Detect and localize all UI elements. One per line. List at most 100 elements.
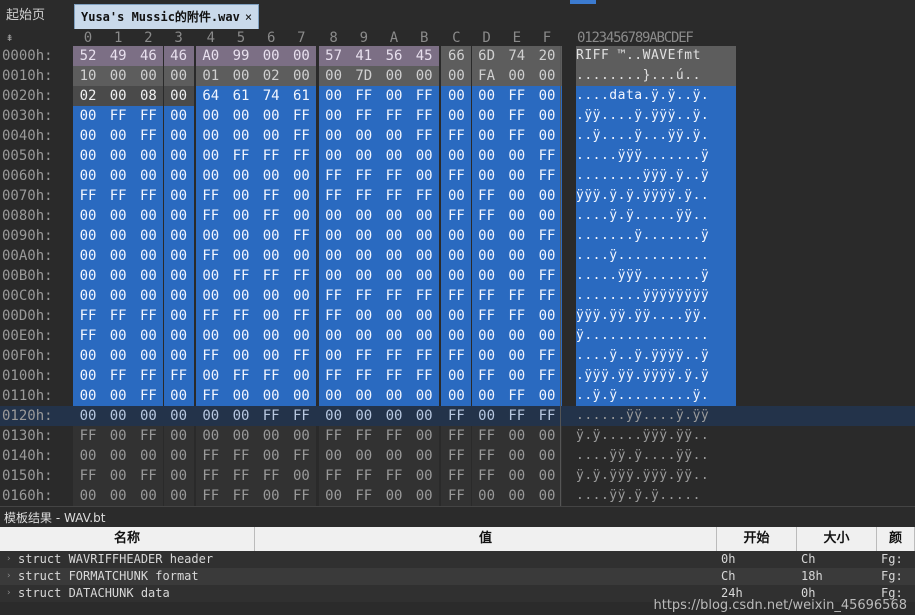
column-header-value[interactable]: 值 — [255, 527, 717, 551]
hex-byte[interactable]: FF — [532, 286, 562, 306]
hex-byte[interactable]: 00 — [318, 106, 349, 126]
hex-byte[interactable]: 00 — [286, 386, 317, 406]
hex-byte[interactable]: FF — [318, 426, 349, 446]
hex-byte[interactable]: FF — [379, 106, 409, 126]
hex-byte[interactable]: FF — [133, 186, 164, 206]
hex-byte[interactable]: FF — [471, 426, 502, 446]
hex-byte[interactable]: 00 — [103, 346, 134, 366]
hex-byte[interactable]: 00 — [196, 406, 226, 426]
column-header-name[interactable]: 名称 — [0, 527, 255, 551]
hex-byte[interactable]: 00 — [379, 266, 409, 286]
hex-byte[interactable]: 00 — [409, 206, 440, 226]
hex-byte[interactable]: FF — [133, 126, 164, 146]
hex-byte[interactable]: 00 — [501, 266, 532, 286]
hex-byte[interactable]: 00 — [226, 326, 256, 346]
hex-byte[interactable]: FF — [441, 286, 472, 306]
hex-byte[interactable]: 00 — [379, 206, 409, 226]
hex-byte[interactable]: FF — [532, 406, 562, 426]
hex-byte[interactable]: FF — [379, 366, 409, 386]
expand-arrow-icon[interactable]: › — [6, 551, 11, 568]
hex-byte[interactable]: 00 — [195, 366, 226, 386]
hex-byte[interactable]: 57 — [318, 46, 349, 66]
hex-byte[interactable]: 00 — [226, 66, 256, 86]
hex-byte[interactable]: 00 — [318, 246, 349, 266]
hex-byte[interactable]: 61 — [286, 86, 317, 106]
hex-byte[interactable]: 00 — [195, 326, 226, 346]
hex-byte[interactable]: FF — [409, 286, 440, 306]
hex-byte[interactable]: 00 — [163, 266, 194, 286]
column-header-start[interactable]: 开始 — [717, 527, 797, 551]
hex-byte[interactable]: FF — [501, 386, 532, 406]
hex-byte[interactable]: 00 — [379, 66, 409, 86]
ascii-text[interactable]: ........ÿÿÿ.ÿ..ÿ — [576, 166, 736, 186]
hex-byte[interactable]: 00 — [73, 366, 103, 386]
hex-byte[interactable]: FF — [532, 266, 562, 286]
hex-byte[interactable]: 00 — [409, 326, 440, 346]
hex-byte[interactable]: FF — [195, 206, 226, 226]
hex-byte[interactable]: 00 — [103, 266, 134, 286]
hex-row[interactable]: 0010h: 10 00 00 00 01 00 02 00 00 7D 00 00 00 FA 00 00..… — [0, 66, 915, 86]
hex-byte[interactable]: 00 — [409, 466, 440, 486]
hex-row[interactable]: 0060h: 00 00 00 00 00 00 00 00 FF FF FF 00 FF 00 00 FF..… — [0, 166, 915, 186]
hex-byte[interactable]: 00 — [226, 246, 256, 266]
hex-byte[interactable]: FF — [409, 346, 440, 366]
hex-editor[interactable]: ⇞ 0 1 2 3 4 5 6 7 8 9 A B C D E F 0123456789ABCDEF 0000h… — [0, 30, 915, 506]
ascii-text[interactable]: ÿ.ÿ.....ÿÿÿ.ÿÿ.. — [576, 426, 736, 446]
hex-byte[interactable]: 00 — [286, 46, 317, 66]
hex-byte[interactable]: 00 — [133, 406, 163, 426]
hex-byte[interactable]: 00 — [379, 86, 409, 106]
ascii-text[interactable]: ..ÿ....ÿ...ÿÿ.ÿ. — [576, 126, 736, 146]
hex-byte[interactable]: FF — [409, 86, 440, 106]
hex-byte[interactable]: 66 — [441, 46, 472, 66]
hex-byte[interactable]: 00 — [195, 126, 226, 146]
hex-byte[interactable]: FF — [471, 206, 502, 226]
hex-byte[interactable]: 00 — [441, 146, 472, 166]
hex-byte[interactable]: FF — [348, 186, 379, 206]
ascii-text[interactable]: RIFF ™..WAVEfmt — [576, 46, 736, 66]
hex-byte[interactable]: 00 — [318, 326, 349, 346]
hex-byte[interactable]: 00 — [226, 286, 256, 306]
hex-byte[interactable]: 00 — [286, 426, 317, 446]
hex-byte[interactable]: 00 — [379, 386, 409, 406]
hex-byte[interactable]: 00 — [226, 166, 256, 186]
hex-byte[interactable]: 00 — [163, 206, 194, 226]
hex-byte[interactable]: 00 — [163, 146, 194, 166]
hex-byte[interactable]: FF — [441, 486, 472, 506]
hex-byte[interactable]: 00 — [163, 246, 194, 266]
hex-byte[interactable]: 00 — [163, 126, 194, 146]
hex-byte[interactable]: 00 — [318, 266, 349, 286]
hex-byte[interactable]: FF — [348, 346, 379, 366]
hex-byte[interactable]: 00 — [441, 306, 472, 326]
hex-byte[interactable]: FA — [471, 66, 502, 86]
tab-start-page[interactable]: 起始页 — [0, 4, 51, 28]
hex-byte[interactable]: 00 — [256, 326, 287, 346]
hex-byte[interactable]: 00 — [471, 126, 502, 146]
hex-byte[interactable]: 00 — [163, 446, 194, 466]
hex-byte[interactable]: FF — [348, 286, 379, 306]
ascii-text[interactable]: .....ÿÿÿ.......ÿ — [576, 146, 736, 166]
hex-byte[interactable]: FF — [195, 246, 226, 266]
hex-byte[interactable]: A0 — [195, 46, 226, 66]
hex-byte[interactable]: 00 — [532, 246, 562, 266]
hex-byte[interactable]: 00 — [226, 226, 256, 246]
hex-byte[interactable]: FF — [195, 306, 226, 326]
hex-byte[interactable]: FF — [471, 466, 502, 486]
hex-byte[interactable]: FF — [471, 366, 502, 386]
hex-byte[interactable]: 00 — [532, 106, 562, 126]
close-icon[interactable]: × — [245, 10, 252, 24]
hex-byte[interactable]: 00 — [409, 446, 440, 466]
ascii-text[interactable]: ........ÿÿÿÿÿÿÿÿ — [576, 286, 736, 306]
hex-byte[interactable]: 00 — [103, 326, 134, 346]
hex-byte[interactable]: FF — [163, 366, 194, 386]
hex-byte[interactable]: 00 — [195, 426, 226, 446]
hex-byte[interactable]: 00 — [379, 246, 409, 266]
hex-byte[interactable]: FF — [409, 186, 440, 206]
scroll-top-icon[interactable]: ⇞ — [6, 30, 13, 44]
hex-byte[interactable]: 02 — [256, 66, 287, 86]
hex-byte[interactable]: 00 — [103, 166, 134, 186]
hex-byte[interactable]: FF — [226, 486, 256, 506]
hex-row[interactable]: 0090h: 00 00 00 00 00 00 00 FF 00 00 00 00 00 00 00 FF..… — [0, 226, 915, 246]
hex-byte[interactable]: FF — [471, 186, 502, 206]
hex-byte[interactable]: 00 — [73, 406, 103, 426]
hex-byte[interactable]: 00 — [409, 486, 440, 506]
